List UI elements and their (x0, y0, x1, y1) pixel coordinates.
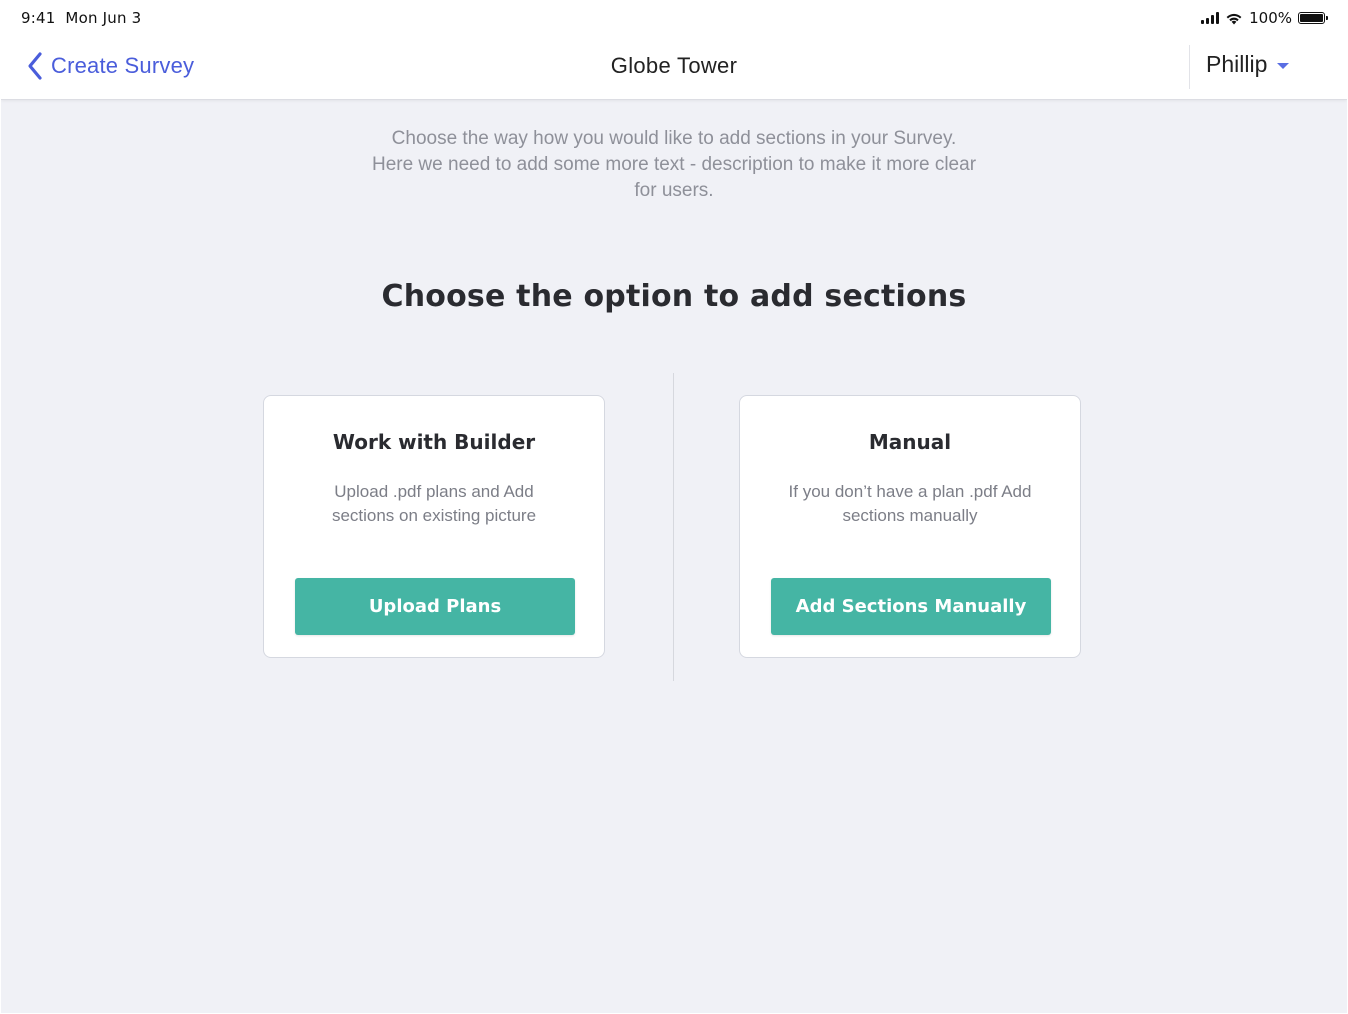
options-divider (673, 373, 674, 681)
page-title: Globe Tower (610, 53, 738, 78)
intro-line: for users. (634, 180, 714, 201)
add-sections-manually-button[interactable]: Add Sections Manually (771, 578, 1051, 635)
intro-text: Choose the way how you would like to add… (1, 126, 1347, 204)
signal-icon (1201, 12, 1220, 24)
card-description: Upload .pdf plans and Add sections on ex… (284, 480, 584, 528)
nav-divider (1189, 45, 1190, 89)
battery-icon (1298, 12, 1328, 24)
upload-plans-button[interactable]: Upload Plans (295, 578, 575, 635)
section-heading: Choose the option to add sections (381, 279, 967, 314)
card-description-line: Upload .pdf plans and Add (334, 482, 534, 501)
option-card-builder: Work with Builder Upload .pdf plans and … (263, 395, 605, 658)
intro-line: Here we need to add some more text - des… (371, 154, 977, 175)
status-indicators: 100% (1201, 9, 1328, 27)
caret-down-icon (1277, 63, 1290, 69)
card-description-line: sections manually (842, 506, 978, 525)
top-bar: 9:41 Mon Jun 3 100% Create Survey Globe … (1, 1, 1347, 100)
wifi-icon (1226, 13, 1242, 24)
card-description-line: If you don’t have a plan .pdf Add (788, 482, 1032, 501)
intro-line: Choose the way how you would like to add… (391, 128, 957, 149)
user-menu[interactable]: Phillip (1206, 51, 1290, 78)
card-title: Manual (868, 430, 952, 454)
user-name: Phillip (1206, 51, 1268, 77)
status-time: 9:41 Mon Jun 3 (21, 9, 141, 27)
status-date: Mon Jun 3 (65, 9, 142, 27)
card-description-line: sections on existing picture (331, 506, 537, 525)
option-card-manual: Manual If you don’t have a plan .pdf Add… (739, 395, 1081, 658)
battery-percent: 100% (1249, 9, 1292, 27)
status-clock: 9:41 (21, 9, 56, 27)
app-screen: 9:41 Mon Jun 3 100% Create Survey Globe … (1, 1, 1347, 1013)
card-title: Work with Builder (332, 430, 536, 454)
card-description: If you don’t have a plan .pdf Add sectio… (760, 480, 1060, 528)
